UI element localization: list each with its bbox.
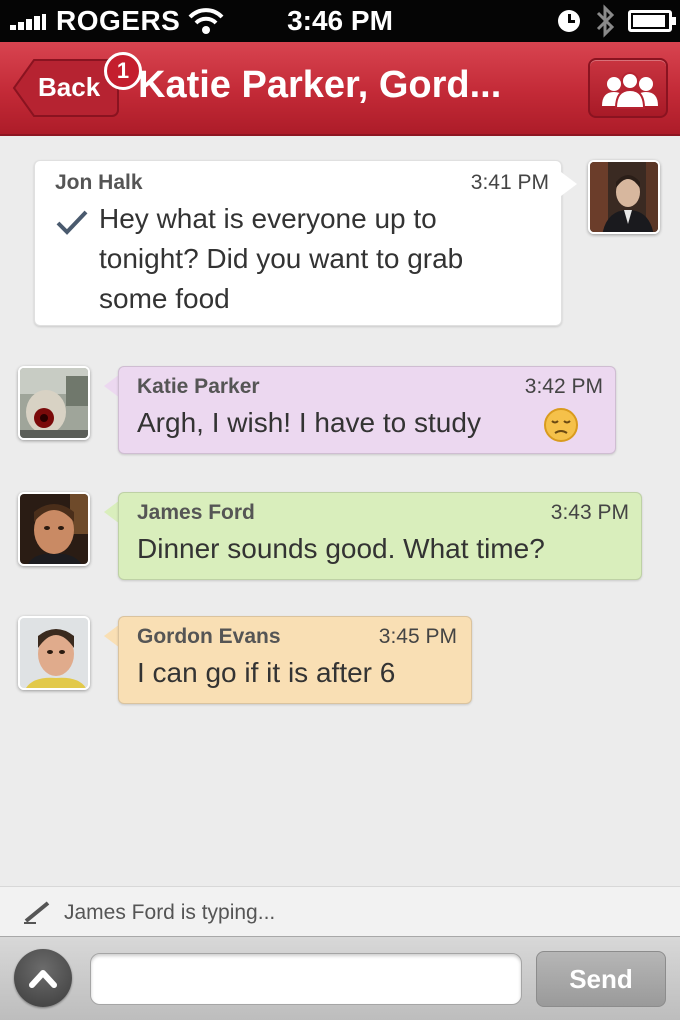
- message-text: I can go if it is after 6: [137, 657, 396, 688]
- message-list[interactable]: Jon Halk 3:41 PM Hey what is everyone up…: [0, 138, 680, 886]
- message-text: Hey what is everyone up to tonight? Did …: [99, 203, 464, 314]
- avatar-jon-halk[interactable]: [588, 160, 660, 234]
- back-button-label: Back: [38, 72, 101, 102]
- status-bar: ROGERS 3:46 PM: [0, 0, 680, 42]
- typing-text: James Ford is typing...: [64, 901, 276, 924]
- sad-face-emoji-icon: [544, 408, 578, 442]
- message-bubble[interactable]: Gordon Evans 3:45 PM I can go if it is a…: [118, 616, 472, 704]
- group-members-button[interactable]: [588, 58, 668, 118]
- message-text: Argh, I wish! I have to study: [137, 407, 481, 438]
- message-sender: Katie Parker: [137, 375, 260, 398]
- message-text: Dinner sounds good. What time?: [137, 533, 545, 564]
- message-sender: Jon Halk: [55, 171, 143, 194]
- typing-indicator: James Ford is typing...: [0, 886, 680, 936]
- message-sender: James Ford: [137, 501, 255, 524]
- pencil-icon: [24, 901, 50, 924]
- message-time: 3:41 PM: [470, 171, 549, 194]
- battery-icon: [628, 10, 676, 32]
- compose-bar: Send: [0, 936, 680, 1020]
- message-bubble[interactable]: James Ford 3:43 PM Dinner sounds good. W…: [118, 492, 642, 580]
- check-icon: [56, 210, 88, 235]
- chevron-up-icon: [29, 970, 57, 988]
- avatar-gordon-evans[interactable]: [18, 616, 90, 690]
- message-sender: Gordon Evans: [137, 625, 281, 648]
- bluetooth-icon: [596, 4, 615, 38]
- conversation-title: Katie Parker, Gord...: [138, 64, 502, 106]
- message-time: 3:43 PM: [550, 501, 629, 524]
- nav-bar: Back 1 Katie Parker, Gord...: [0, 42, 680, 136]
- avatar-katie-parker[interactable]: [18, 366, 90, 440]
- message-bubble[interactable]: Katie Parker 3:42 PM Argh, I wish! I hav…: [118, 366, 616, 454]
- send-button[interactable]: Send: [536, 951, 666, 1007]
- message-time: 3:42 PM: [524, 375, 603, 398]
- message-time: 3:45 PM: [378, 625, 457, 648]
- message-input[interactable]: [90, 953, 522, 1005]
- message-bubble[interactable]: Jon Halk 3:41 PM Hey what is everyone up…: [34, 160, 562, 326]
- group-icon: [602, 72, 658, 109]
- attachments-button[interactable]: [14, 949, 72, 1007]
- clock-icon: [558, 10, 580, 32]
- unread-badge: 1: [104, 52, 142, 90]
- avatar-james-ford[interactable]: [18, 492, 90, 566]
